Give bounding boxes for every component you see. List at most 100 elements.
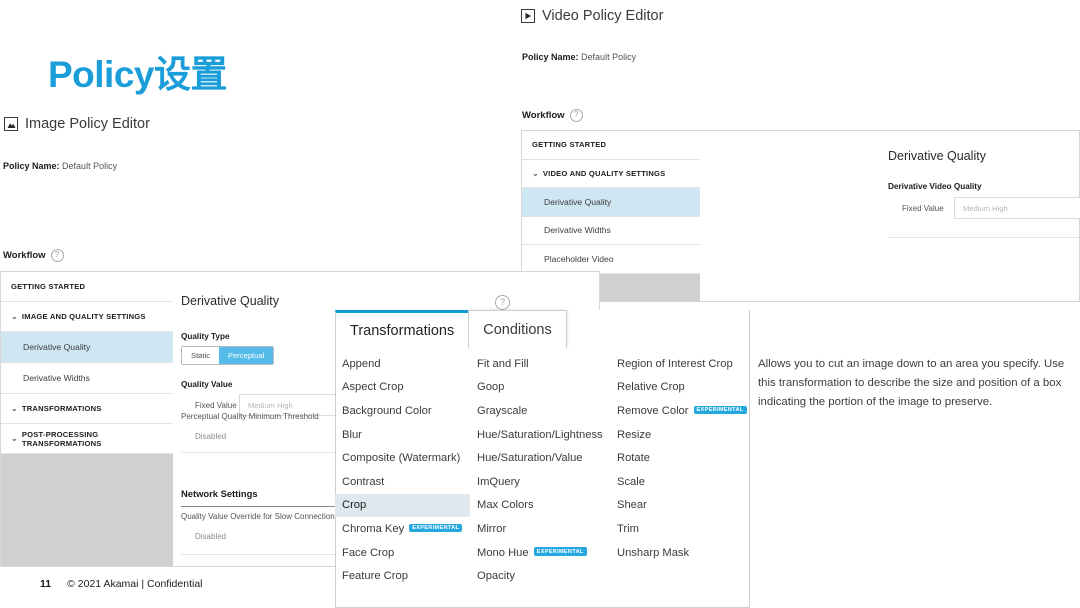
transformation-item-label: Crop [342,499,367,512]
transformation-item-shear[interactable]: Shear [610,494,750,518]
transformation-item-label: Composite (Watermark) [342,452,461,465]
transformation-item-composite-watermark[interactable]: Composite (Watermark) [335,446,470,470]
image-policy-editor-title: Image Policy Editor [25,116,150,132]
nav-item-derivative-widths[interactable]: Derivative Widths [522,216,700,245]
transformation-item-label: Append [342,357,381,370]
help-icon[interactable]: ? [50,249,64,262]
transformation-item-hue-saturation-lightness[interactable]: Hue/Saturation/Lightness [470,423,610,447]
transformation-item-feature-crop[interactable]: Feature Crop [335,564,470,588]
transformation-description: Allows you to cut an image down to an ar… [758,358,1065,408]
transformation-item-label: Grayscale [477,404,528,417]
video-workflow-label: Workflow ? [522,109,583,122]
image-workflow-label: Workflow ? [3,249,64,262]
transformations-column-3: Region of Interest Crop Relative Crop Remo… [610,352,750,588]
transformation-item-rotate[interactable]: Rotate [610,446,750,470]
quality-type-option-perceptual[interactable]: Perceptual [219,347,274,364]
transformation-item-remove-color[interactable]: Remove Color EXPERIMENTAL [610,399,750,423]
transformation-item-blur[interactable]: Blur [335,423,470,447]
transformation-item-label: Contrast [342,475,385,488]
tab-label: Transformations [350,322,455,339]
nav-item-derivative-widths[interactable]: Derivative Widths [1,363,173,394]
tab-label: Conditions [483,321,552,338]
transformation-item-contrast[interactable]: Contrast [335,470,470,494]
video-fixed-value-label: Fixed Value [902,204,944,213]
experimental-badge: EXPERIMENTAL [693,405,747,415]
tab-conditions[interactable]: Conditions [468,310,567,348]
video-policy-name-value: Default Policy [581,52,637,62]
threshold-label: Perceptual Quality Minimum Threshold [181,412,319,421]
transformation-item-label: Shear [617,499,647,512]
transformation-item-face-crop[interactable]: Face Crop [335,541,470,565]
slow-override-label: Quality Value Override for Slow Connecti… [181,512,339,521]
transformation-item-mono-hue[interactable]: Mono Hue EXPERIMENTAL [470,541,610,565]
image-workflow-text: Workflow [3,250,46,261]
nav-item-label: GETTING STARTED [11,282,86,291]
video-panel-title: Derivative Quality [888,149,986,163]
quality-value-label: Quality Value [181,380,233,389]
transformation-item-resize[interactable]: Resize [610,423,750,447]
nav-item-transformations[interactable]: ⌄ TRANSFORMATIONS [1,394,173,424]
nav-item-derivative-quality[interactable]: Derivative Quality [522,188,700,217]
transformation-item-goop[interactable]: Goop [470,376,610,400]
transformation-item-label: Remove Color [617,404,689,417]
nav-item-video-and-quality-settings[interactable]: ⌄ VIDEO AND QUALITY SETTINGS [522,159,700,188]
transformations-column-1: Append Aspect Crop Background Color Blur Com… [335,352,470,588]
video-workflow-panel: GETTING STARTED ⌄ VIDEO AND QUALITY SETTIN… [521,130,1080,302]
transformations-column-2: Fit and Fill Goop Grayscale Hue/Saturation/… [470,352,610,588]
transformations-tabs: Transformations Conditions [335,310,567,348]
help-icon[interactable]: ? [495,295,510,310]
transformation-item-aspect-crop[interactable]: Aspect Crop [335,376,470,400]
quality-type-toggle[interactable]: Static Perceptual [181,346,275,365]
image-icon [4,117,18,131]
nav-item-placeholder-video[interactable]: Placeholder Video [522,245,700,274]
transformation-item-region-of-interest-crop[interactable]: Region of Interest Crop [610,352,750,376]
transformation-item-label: Unsharp Mask [617,546,690,559]
slow-override-value: Disabled [195,532,227,541]
nav-item-getting-started[interactable]: GETTING STARTED [522,131,700,160]
video-policy-name: Policy Name: Default Policy [522,52,636,62]
image-policy-name-value: Default Policy [62,161,118,171]
video-workflow-text: Workflow [522,110,565,121]
transformation-item-imquery[interactable]: ImQuery [470,470,610,494]
transformation-item-label: Fit and Fill [477,357,529,370]
video-fixed-value-input[interactable]: Medium High [954,197,1080,219]
transformation-item-scale[interactable]: Scale [610,470,750,494]
quality-type-option-static[interactable]: Static [182,347,219,364]
transformation-item-label: Face Crop [342,546,395,559]
transformation-item-label: Region of Interest Crop [617,357,733,370]
transformation-item-max-colors[interactable]: Max Colors [470,494,610,518]
transformation-item-opacity[interactable]: Opacity [470,564,610,588]
chevron-down-icon: ⌄ [11,434,18,443]
transformation-item-relative-crop[interactable]: Relative Crop [610,376,750,400]
help-icon[interactable]: ? [569,109,583,122]
transformation-item-chroma-key[interactable]: Chroma Key EXPERIMENTAL [335,517,470,541]
transformation-item-label: ImQuery [477,475,520,488]
nav-item-label: POST-PROCESSING TRANSFORMATIONS [21,429,102,448]
transformation-item-fit-and-fill[interactable]: Fit and Fill [470,352,610,376]
transformation-item-mirror[interactable]: Mirror [470,517,610,541]
transformation-item-label: Trim [617,522,639,535]
nav-item-getting-started[interactable]: GETTING STARTED [1,272,173,302]
transformation-item-unsharp-mask[interactable]: Unsharp Mask [610,541,750,565]
derivative-video-quality-label: Derivative Video Quality [888,182,982,191]
transformation-item-grayscale[interactable]: Grayscale [470,399,610,423]
transformations-columns: Append Aspect Crop Background Color Blur Com… [335,352,750,588]
transformation-item-crop[interactable]: Crop [335,493,470,518]
divider [749,310,750,608]
nav-item-image-and-quality-settings[interactable]: ⌄ IMAGE AND QUALITY SETTINGS [1,302,173,332]
image-policy-name: Policy Name: Default Policy [3,161,117,171]
transformation-item-append[interactable]: Append [335,352,470,376]
nav-item-derivative-quality[interactable]: Derivative Quality [1,332,173,363]
chevron-down-icon: ⌄ [532,168,539,178]
nav-item-label: Derivative Widths [544,225,611,236]
transformation-item-label: Hue/Saturation/Lightness [477,428,603,441]
transformation-item-background-color[interactable]: Background Color [335,399,470,423]
chevron-down-icon: ⌄ [11,312,18,321]
threshold-value: Disabled [195,432,227,441]
nav-item-post-processing-transformations[interactable]: ⌄ POST-PROCESSING TRANSFORMATIONS [1,424,173,454]
nav-item-label: Placeholder Video [544,253,614,264]
tab-transformations[interactable]: Transformations [335,310,470,348]
transformation-item-trim[interactable]: Trim [610,517,750,541]
transformation-item-hue-saturation-value[interactable]: Hue/Saturation/Value [470,446,610,470]
transformation-item-label: Opacity [477,570,515,583]
